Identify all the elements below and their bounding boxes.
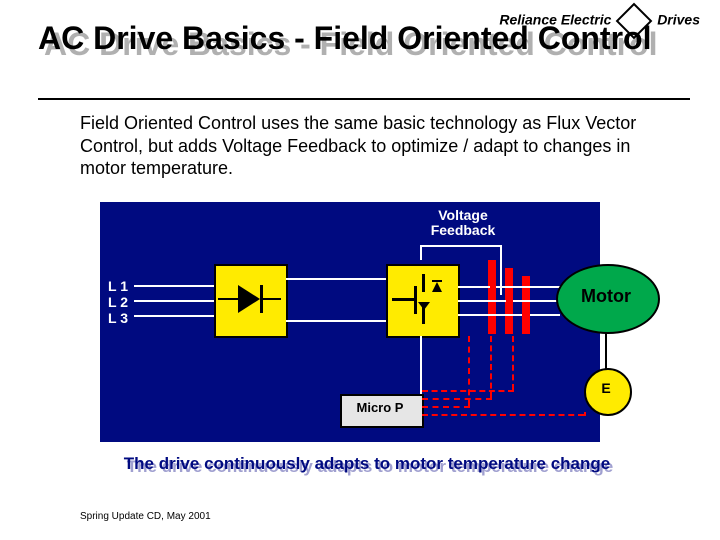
output-bar-w [522,276,530,334]
microprocessor-label: Micro P [340,400,420,415]
input-l3: L 3 [108,310,128,326]
output-bar-v [505,268,513,334]
diode-icon [238,285,260,313]
input-l2: L 2 [108,294,128,310]
diode-wire-in [218,298,240,300]
motor-wire-3 [530,314,560,316]
fb-wire-v2 [490,336,494,398]
fb-wire-h2 [422,398,492,402]
wire-l2 [134,300,214,302]
motor-wire-1 [496,286,562,288]
vfb-wire-h [420,245,502,247]
body-text: Field Oriented Control uses the same bas… [80,112,680,180]
input-l1: L 1 [108,278,128,294]
page-title: AC Drive Basics - Field Oriented Control [38,22,690,56]
vfb-wire-v2 [420,245,422,260]
fb-enc-h [422,414,584,418]
diode-wire-out [263,298,281,300]
microp-to-inv [420,336,422,394]
wire-l1 [134,285,214,287]
out-wire-2 [458,300,506,302]
motor-wire-2 [513,300,561,302]
voltage-feedback-label: Voltage Feedback [388,208,538,239]
title-block: AC Drive Basics - Field Oriented Control… [38,22,690,56]
caption-text: The drive continuously adapts to motor t… [54,454,680,474]
output-bar-u [488,260,496,334]
wire-l3 [134,315,214,317]
fb-wire-v3 [512,336,516,390]
title-underline [38,98,690,100]
dc-bus-bottom [286,320,386,322]
fb-wire-v1 [468,336,472,406]
igbt-icon [392,274,452,324]
caption-block: The drive continuously adapts to motor t… [54,454,680,474]
input-line-labels: L 1 L 2 L 3 [108,278,128,326]
slide: Reliance Electric Drives AC Drive Basics… [0,0,720,540]
fb-wire-h3 [422,390,514,394]
fb-enc-v [584,412,588,416]
footer-text: Spring Update CD, May 2001 [80,511,211,522]
motor-label: Motor [556,286,656,307]
out-wire-1 [458,286,490,288]
fb-wire-h1 [422,406,470,410]
dc-bus-top [286,278,386,280]
motor-enc-wire [605,332,607,370]
out-wire-3 [458,314,522,316]
encoder-label: E [584,380,628,396]
